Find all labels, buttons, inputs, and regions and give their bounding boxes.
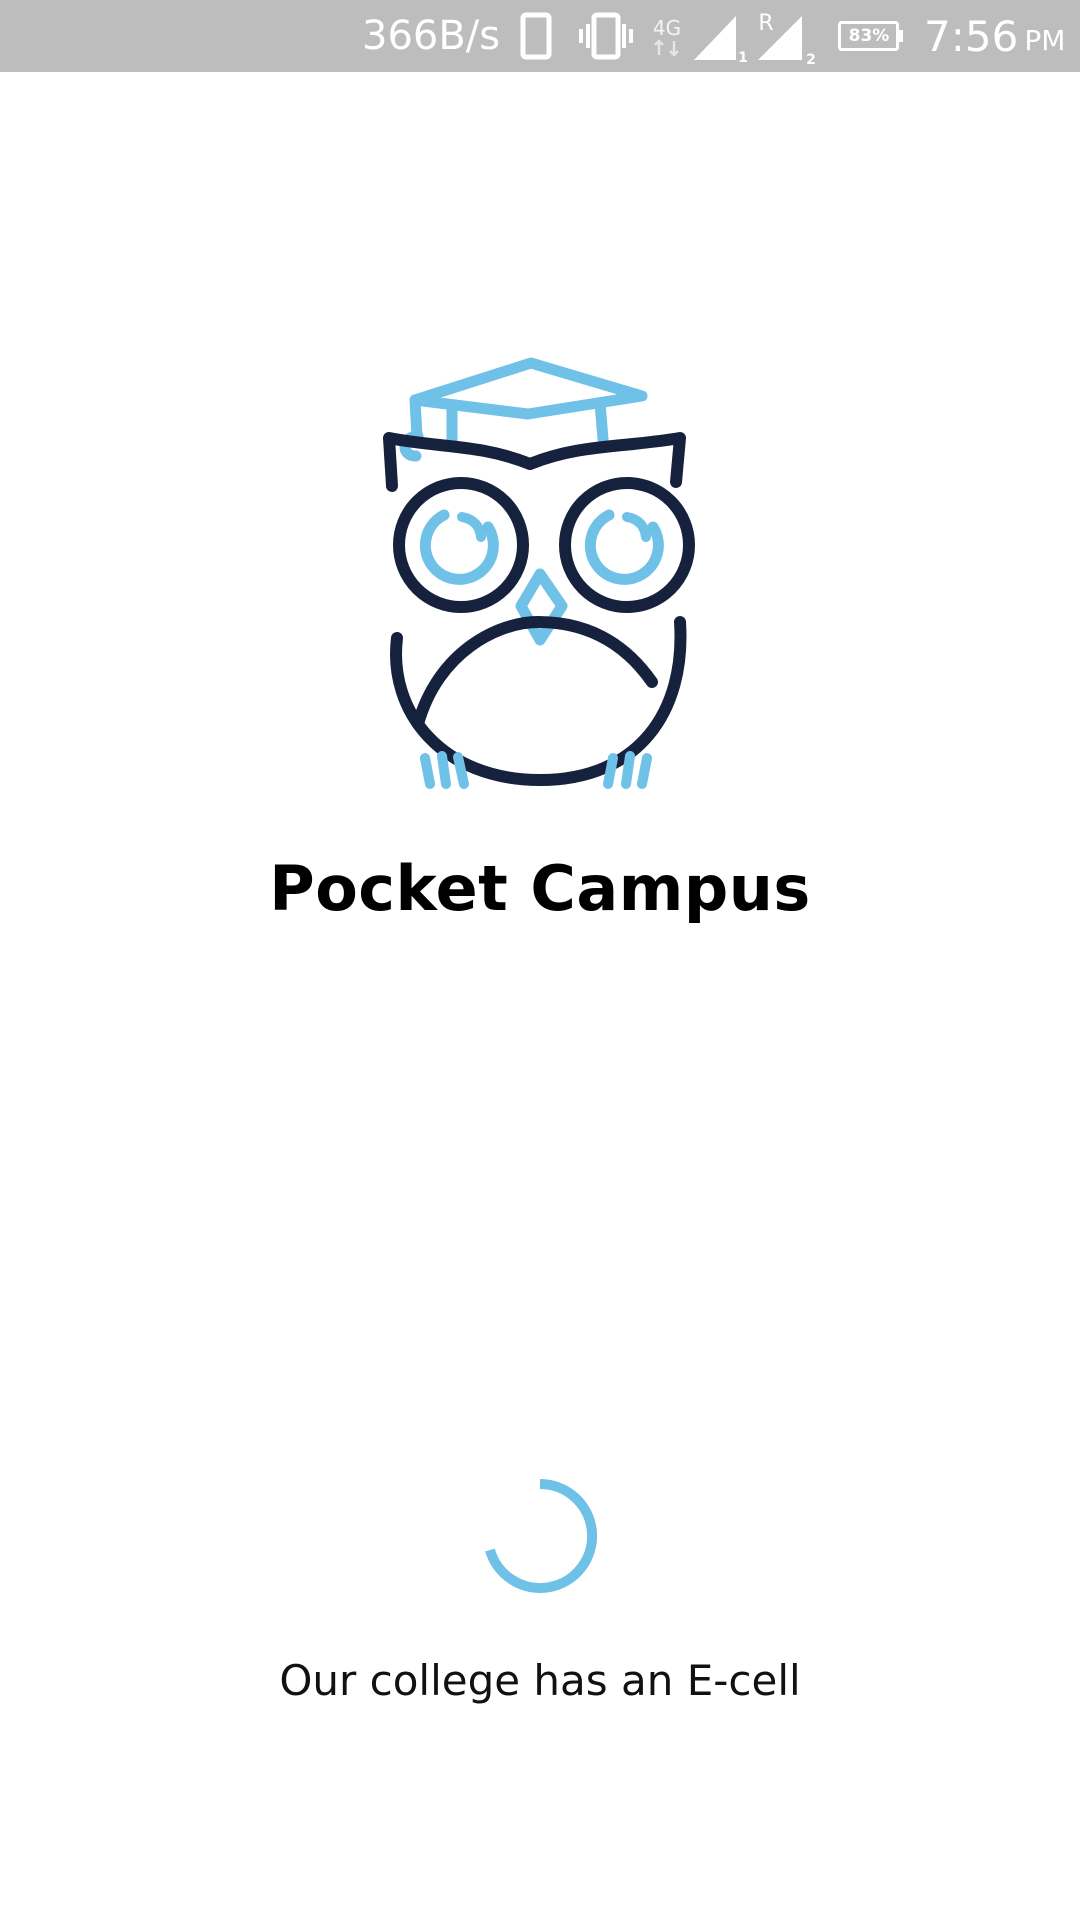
- splash-screen: 366B/s 4G 1 R 2 83% 7:56 PM Pocket Campu…: [0, 0, 1080, 1920]
- phone-icon: [520, 0, 552, 72]
- clock-ampm: PM: [1024, 23, 1066, 57]
- signal-sim1-icon: 1: [692, 0, 748, 72]
- status-clock: 7:56 PM: [924, 0, 1065, 72]
- status-bar: 366B/s 4G 1 R 2 83% 7:56 PM: [0, 0, 1080, 72]
- loading-spinner-icon: [478, 1474, 602, 1598]
- sim1-label: 1: [738, 50, 748, 62]
- clock-time: 7:56: [924, 11, 1019, 61]
- network-type-text: 4G: [653, 16, 681, 40]
- vibrate-icon: [578, 0, 634, 72]
- 4g-data-icon: 4G: [650, 0, 684, 72]
- owl-graduation-cap-icon: [380, 352, 700, 800]
- battery-percent-text: 83%: [848, 26, 890, 46]
- roaming-indicator: R: [758, 11, 773, 36]
- signal-sim2-roaming-icon: R 2: [756, 0, 818, 72]
- battery-icon: 83%: [838, 0, 904, 72]
- app-title: Pocket Campus: [269, 852, 811, 925]
- splash-tagline: Our college has an E-cell: [279, 1656, 801, 1705]
- sim2-label: 2: [806, 52, 816, 64]
- network-speed-text: 366B/s: [362, 13, 501, 59]
